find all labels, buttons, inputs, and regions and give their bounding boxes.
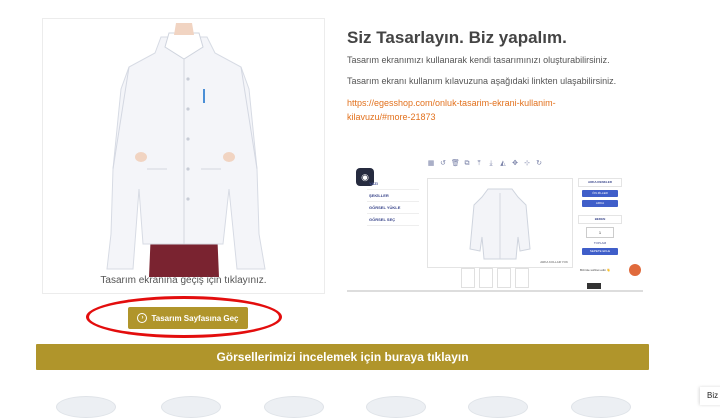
editor-total-label: TOPLAM [593, 241, 607, 245]
gallery-thumbnail[interactable] [468, 396, 528, 418]
editor-help-text: Bizimle sohbet edin 👋 [580, 268, 611, 272]
editor-canvas: ARKA KOLLAR YOK [427, 178, 573, 268]
editor-quantity: 1 [586, 227, 614, 238]
editor-toolbar: ▦ ↺ 🗑 ⧉ ⤒ ⤓ ◭ ✥ ⊹ ↻ [427, 160, 543, 172]
align-up-icon: ⤒ [477, 160, 481, 167]
editor-thumbnail [479, 268, 493, 288]
product-image-card[interactable]: Tasarım ekranına geçiş için tıklayınız. [42, 18, 325, 294]
grid-icon: ▦ [427, 160, 435, 167]
editor-thumbnail [461, 268, 475, 288]
lab-coat-image[interactable] [43, 19, 325, 277]
undo-icon: ↺ [440, 160, 446, 167]
editor-right-button: ÖN ZİLLER [582, 190, 618, 197]
gallery-thumbnails [36, 396, 656, 418]
gallery-thumbnail[interactable] [264, 396, 324, 418]
flip-icon: ◭ [500, 160, 506, 167]
align-down-icon: ⤓ [489, 160, 493, 167]
redo-icon: ↻ [536, 160, 542, 167]
editor-thumbnail [497, 268, 511, 288]
guide-text: Tasarım ekranı kullanım kılavuzuna aşağı… [347, 76, 617, 86]
editor-right-button: ARKA [582, 200, 618, 207]
editor-thumbnails [461, 268, 529, 288]
page-title: Siz Tasarlayın. Biz yapalım. [347, 28, 567, 47]
gallery-thumbnail[interactable] [366, 396, 426, 418]
editor-canvas-note: ARKA KOLLAR YOK [540, 260, 568, 264]
highlight-circle [86, 296, 282, 338]
editor-add-to-cart: SEPETE EKLE [582, 248, 618, 255]
intro-text: Tasarım ekranımızı kullanarak kendi tasa… [347, 55, 610, 65]
editor-left-menu: YAZI ŞEKİLLER GÖRSEL YÜKLE GÖRSEL SEÇ [367, 178, 419, 226]
flag-icon [587, 283, 601, 289]
center-icon: ⊹ [524, 160, 530, 167]
editor-menu-item: YAZI [367, 178, 419, 190]
gallery-thumbnail[interactable] [571, 396, 631, 418]
trash-icon: 🗑 [451, 160, 460, 167]
guide-link[interactable]: https://egesshop.com/onluk-tasarim-ekran… [347, 96, 597, 124]
design-screen-caption: Tasarım ekranına geçiş için tıklayınız. [100, 275, 267, 286]
editor-coat-image [469, 188, 531, 260]
editor-menu-item: ŞEKİLLER [367, 190, 419, 202]
editor-right-panel: ARKA RENKLER ÖN ZİLLER ARKA BEDEN 1 TOPL… [578, 178, 622, 255]
copy-icon: ⧉ [464, 160, 470, 167]
editor-right-header: ARKA RENKLER [578, 178, 622, 187]
chat-bubble-icon [629, 264, 641, 276]
editor-menu-item: GÖRSEL YÜKLE [367, 202, 419, 214]
gallery-thumbnail[interactable] [56, 396, 116, 418]
design-editor-preview[interactable]: ◉ ▦ ↺ 🗑 ⧉ ⤒ ⤓ ◭ ✥ ⊹ ↻ YAZI ŞEKİLLER GÖRS… [347, 158, 643, 292]
editor-menu-item: GÖRSEL SEÇ [367, 214, 419, 226]
gallery-banner-button[interactable]: Görsellerimizi incelemek için buraya tık… [36, 344, 649, 370]
editor-thumbnail [515, 268, 529, 288]
move-icon: ✥ [512, 160, 518, 167]
gallery-thumbnail[interactable] [161, 396, 221, 418]
editor-size-header: BEDEN [578, 215, 622, 224]
side-chat-tab[interactable]: Biz [700, 387, 720, 405]
